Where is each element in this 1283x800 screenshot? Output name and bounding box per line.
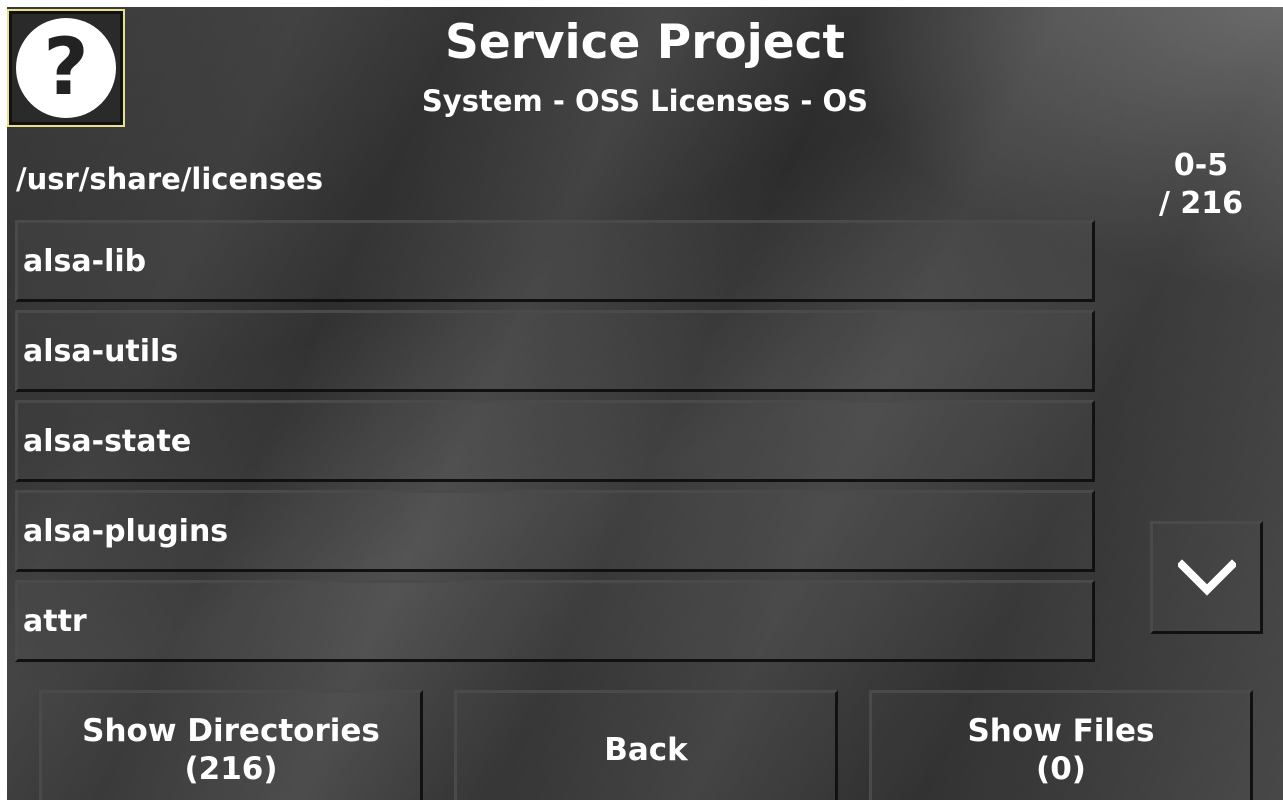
list-item-label: alsa-plugins [23, 514, 229, 549]
page-subtitle: System - OSS Licenses - OS [421, 84, 869, 118]
page-range: 0-5 / 216 [1141, 147, 1261, 223]
show-directories-button[interactable]: Show Directories (216) [39, 690, 423, 800]
license-list: alsa-lib alsa-utils alsa-state alsa-plug… [15, 220, 1095, 670]
list-item-label: attr [23, 604, 87, 639]
page-title: Service Project [445, 15, 845, 70]
scroll-down-button[interactable] [1150, 521, 1263, 634]
page-range-total: / 216 [1158, 186, 1244, 221]
list-item-label: alsa-state [23, 424, 192, 459]
show-files-count: (0) [1036, 751, 1086, 787]
show-directories-label: Show Directories [82, 713, 380, 749]
page-range-start-end: 0-5 [1173, 148, 1229, 183]
back-button[interactable]: Back [454, 690, 838, 800]
list-item[interactable]: alsa-plugins [15, 490, 1095, 572]
list-item-label: alsa-utils [23, 334, 179, 369]
list-item[interactable]: alsa-utils [15, 310, 1095, 392]
show-directories-count: (216) [184, 751, 278, 787]
list-item[interactable]: alsa-state [15, 400, 1095, 482]
current-path: /usr/share/licenses [16, 162, 324, 196]
back-label: Back [604, 732, 688, 768]
list-item-label: alsa-lib [23, 244, 147, 279]
show-files-label: Show Files [967, 713, 1155, 749]
chevron-down-icon [1178, 559, 1236, 596]
list-item[interactable]: attr [15, 580, 1095, 662]
screen: ? Service Project System - OSS Licenses … [7, 7, 1283, 800]
list-item[interactable]: alsa-lib [15, 220, 1095, 302]
show-files-button[interactable]: Show Files (0) [869, 690, 1253, 800]
